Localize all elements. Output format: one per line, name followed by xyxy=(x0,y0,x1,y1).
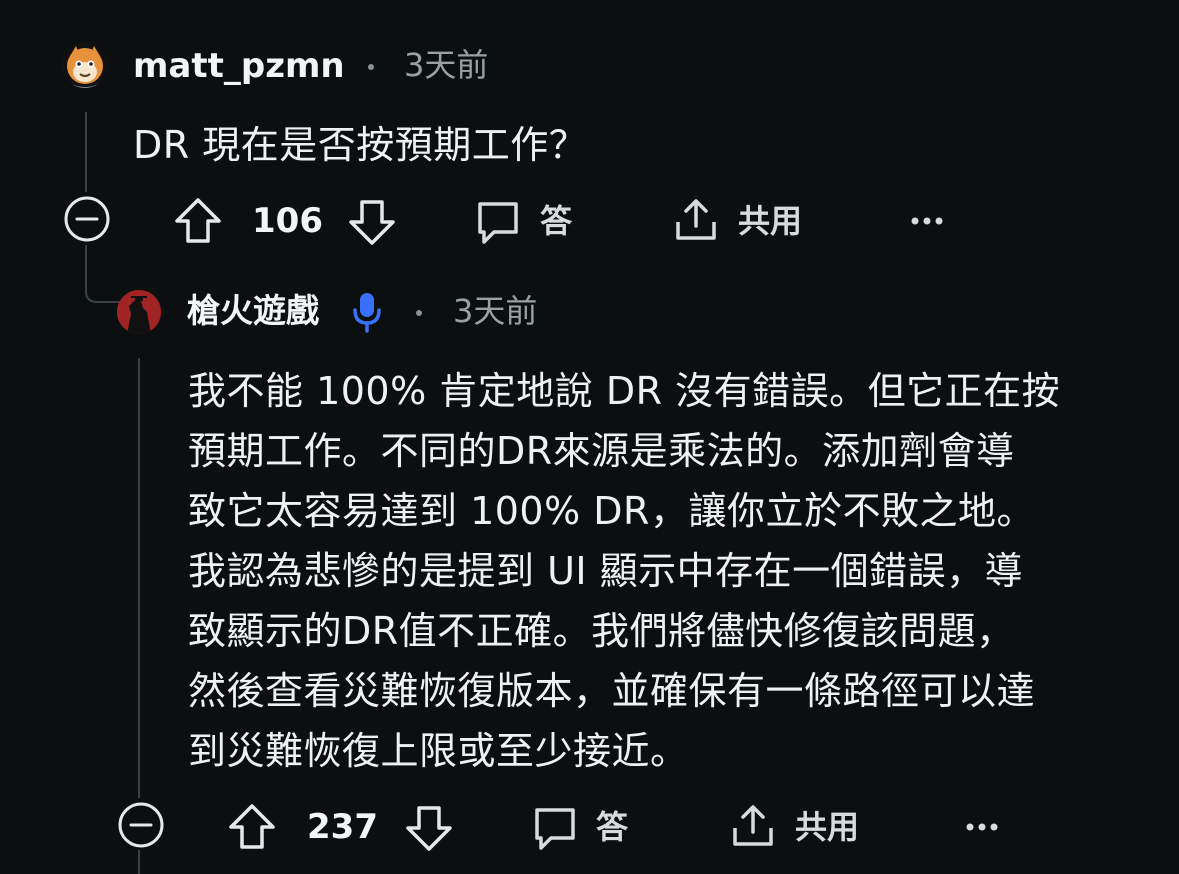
avatar-gunman-icon xyxy=(117,290,161,334)
comment-line: 預期工作。不同的DR來源是乘法的。添加劑會導 xyxy=(188,429,1015,473)
microphone-icon xyxy=(353,293,381,333)
more-dots-icon[interactable] xyxy=(965,817,999,837)
share-button[interactable]: 共用 xyxy=(738,205,802,237)
comment-line: 致顯示的DR值不正確。我們將儘快修復該問題， xyxy=(188,609,1015,653)
comment-body: DR 現在是否按預期工作？ xyxy=(133,123,588,167)
username[interactable]: 槍火遊戲 xyxy=(187,294,319,327)
share-icon[interactable] xyxy=(729,802,777,850)
avatar-creature-icon xyxy=(67,46,103,88)
arrow-down-icon[interactable] xyxy=(347,197,397,247)
comment-line: 致它太容易達到 100% DR，讓你立於不敗之地。 xyxy=(188,489,1035,533)
collapse-minus-icon[interactable] xyxy=(117,801,165,849)
comment-line: 我認為悲慘的是提到 UI 顯示中存在一個錯誤，導 xyxy=(188,549,1024,593)
arrow-up-icon[interactable] xyxy=(173,196,223,246)
username[interactable]: matt_pzmn xyxy=(133,49,345,83)
reply-button[interactable]: 答 xyxy=(596,811,628,843)
timestamp: 3天前 xyxy=(453,292,538,330)
vote-count: 106 xyxy=(252,201,323,241)
thread-line-1 xyxy=(85,112,87,192)
comment-line: 然後查看災難恢復版本，並確保有一條路徑可以達 xyxy=(188,669,1036,713)
vote-count: 237 xyxy=(307,807,378,847)
separator-dot xyxy=(368,64,374,70)
avatar[interactable] xyxy=(117,290,161,334)
collapse-minus-icon[interactable] xyxy=(63,195,111,243)
avatar[interactable] xyxy=(62,42,108,88)
more-dots-icon[interactable] xyxy=(910,211,944,231)
share-icon[interactable] xyxy=(672,196,720,244)
thread-line-2b xyxy=(138,850,140,874)
thread-line-2 xyxy=(138,358,140,798)
arrow-up-icon[interactable] xyxy=(227,802,277,852)
thread-line-1b xyxy=(85,245,87,285)
separator-dot xyxy=(416,310,422,316)
arrow-down-icon[interactable] xyxy=(404,803,454,853)
timestamp: 3天前 xyxy=(404,46,489,84)
comment-line: 我不能 100% 肯定地說 DR 沒有錯誤。但它正在按 xyxy=(188,369,1061,413)
comment-line: 到災難恢復上限或至少接近。 xyxy=(188,729,689,773)
reply-button[interactable]: 答 xyxy=(540,205,572,237)
share-button[interactable]: 共用 xyxy=(795,811,859,843)
comment-body: 我不能 100% 肯定地說 DR 沒有錯誤。但它正在按 預期工作。不同的DR來源… xyxy=(188,361,1060,781)
speech-bubble-icon[interactable] xyxy=(531,804,579,852)
speech-bubble-icon[interactable] xyxy=(474,198,522,246)
